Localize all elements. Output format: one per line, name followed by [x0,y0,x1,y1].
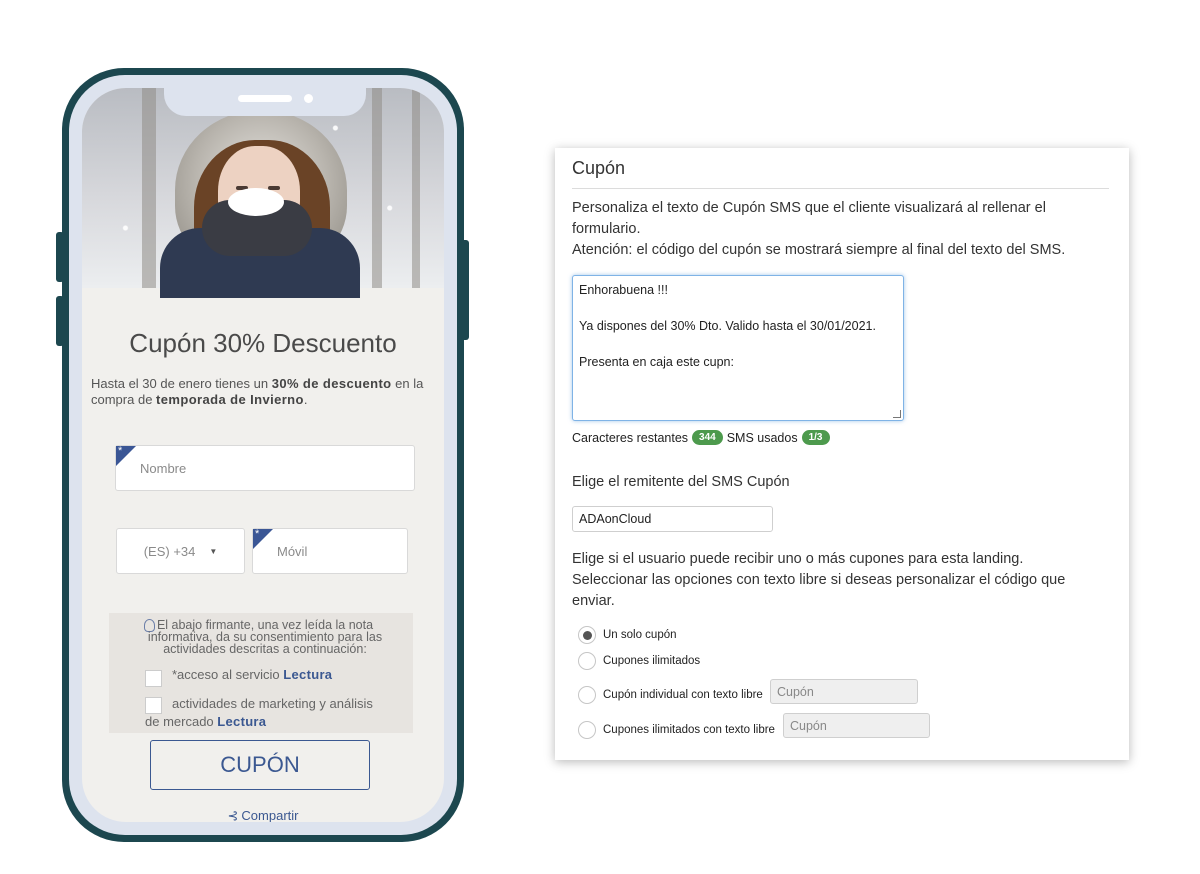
required-marker-icon [253,528,273,549]
option-unlimited-free-text[interactable]: Cupones ilimitados con texto libre [578,721,775,739]
option-label: Cupón individual con texto libre [603,689,763,701]
service-checkbox[interactable] [145,670,162,687]
sms-line: Presenta en caja este cupn: [579,355,734,369]
option-unlimited-coupons[interactable]: Cupones ilimitados [578,652,700,670]
share-icon: ⊰ [227,808,239,822]
options-text: Elige si el usuario puede recibir uno o … [572,551,1024,567]
tree-shape [372,88,382,288]
options-hint: Seleccionar las opciones con texto libre… [572,572,1066,609]
sender-heading: Elige el remitente del SMS Cupón [572,474,790,490]
share-link[interactable]: ⊰ Compartir [82,808,444,822]
promo-text-part: Hasta el 30 de enero tienes un [91,376,272,391]
intro-text: Personaliza el texto de Cupón SMS que el… [572,200,1046,237]
mobile-placeholder: Móvil [277,543,308,559]
panel-title: Cupón [572,158,626,178]
radio-unlimited-free-text[interactable] [578,721,596,739]
unlimited-coupon-input[interactable]: Cupón [783,713,930,738]
radio-individual-free-text[interactable] [578,686,596,704]
camera-icon [304,94,313,103]
sms-line: Ya dispones del 30% Dto. Valido hasta el… [579,319,876,333]
snow-shape [228,188,284,216]
chevron-down-icon: ▼ [209,546,218,556]
consent-box: El abajo firmante, una vez leída la nota… [109,613,413,733]
promo-text-part: . [303,392,308,407]
promo-bold-season: temporada de Invierno [156,392,304,407]
marketing-consent-label: actividades de marketing y análisis de m… [145,695,385,731]
promo-title: Cupón 30% Descuento [129,328,397,358]
phone-side-button [56,232,64,282]
share-label: Compartir [241,808,299,822]
option-individual-free-text[interactable]: Cupón individual con texto libre [578,686,763,704]
service-lectura-link[interactable]: Lectura [283,667,332,682]
country-code-value: (ES) +34 [143,543,196,559]
coupon-settings-panel: Cupón Personaliza el texto de Cupón SMS … [555,148,1129,760]
service-consent-text: *acceso al servicio [172,667,284,682]
option-label: Cupones ilimitados con texto libre [603,724,775,736]
sms-text-area[interactable]: Enhorabuena !!! Ya dispones del 30% Dto.… [572,275,904,421]
hero-image [82,88,444,298]
phone-notch [164,88,366,116]
option-label: Un solo cupón [603,629,677,641]
phone-mockup: Cupón 30% Descuento Hasta el 30 de enero… [56,68,469,842]
coupon-button[interactable]: CUPÓN [150,740,370,790]
warning-text: Atención: el código del cupón se mostrar… [572,242,1066,258]
title-divider [572,188,1109,189]
phone-screen: Cupón 30% Descuento Hasta el 30 de enero… [82,88,444,822]
phone-bezel: Cupón 30% Descuento Hasta el 30 de enero… [69,75,457,835]
sms-line [579,299,897,317]
sms-counter: Caracteres restantes 344 SMS usados 1/3 [572,430,834,445]
option-single-coupon[interactable]: Un solo cupón [578,626,677,644]
individual-coupon-input[interactable]: Cupón [770,679,918,704]
resize-grip-icon[interactable] [893,410,901,418]
sender-input[interactable]: ADAonCloud [572,506,773,532]
mobile-input[interactable]: Móvil [252,528,408,574]
tree-shape [412,88,420,288]
name-input[interactable]: Nombre [115,445,415,491]
speaker-icon [238,95,292,102]
marketing-lectura-link[interactable]: Lectura [217,714,266,729]
remaining-count-badge: 344 [692,430,723,445]
name-placeholder: Nombre [140,460,187,476]
radio-single-coupon[interactable] [578,626,596,644]
service-consent-label: *acceso al servicio Lectura [172,667,332,682]
country-code-select[interactable]: (ES) +34 ▼ [116,528,245,574]
option-label: Cupones ilimitados [603,655,701,667]
promo-bold-discount: 30% de descuento [271,376,392,391]
tree-shape [142,88,156,288]
promo-text: Hasta el 30 de enero tienes un 30% de de… [91,376,441,408]
sms-used-badge: 1/3 [801,430,830,445]
required-marker-icon [116,445,136,466]
phone-power-button [461,240,469,340]
sms-used-label: SMS usados [726,430,798,445]
phone-side-button [56,296,64,346]
sms-line: Enhorabuena !!! [579,283,668,297]
radio-unlimited-coupons[interactable] [578,652,596,670]
sms-line [579,335,897,353]
remaining-label: Caracteres restantes [572,430,689,445]
consent-text: El abajo firmante, una vez leída la nota… [147,618,383,656]
